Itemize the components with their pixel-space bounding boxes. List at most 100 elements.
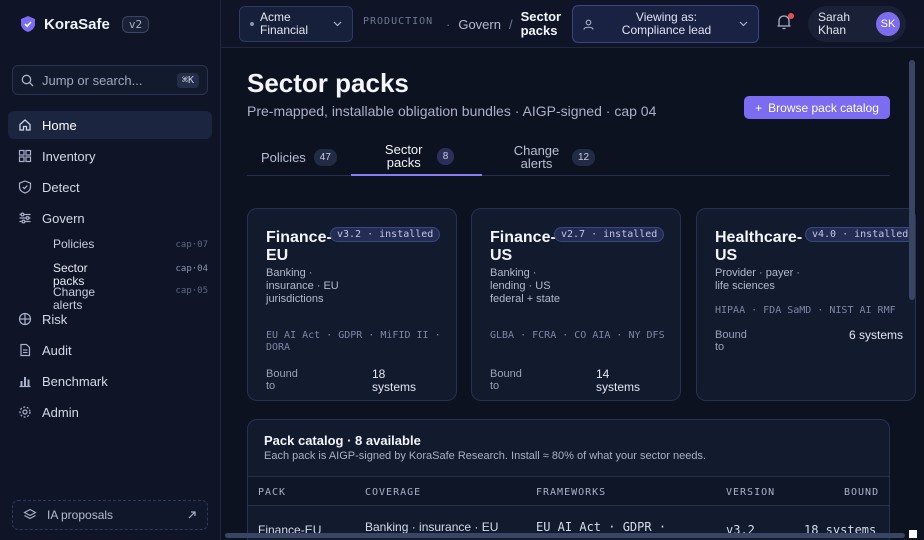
environment-label: PRODUCTION [363, 16, 434, 27]
ia-proposals-button[interactable]: IA proposals [12, 500, 208, 530]
breadcrumb-current: Sector packs [520, 9, 562, 38]
sidebar-item-detect[interactable]: Detect [8, 173, 212, 201]
org-name: Acme Financial [260, 10, 309, 37]
sector-pack-card[interactable]: Healthcare-US v4.0 · installed Provider … [696, 208, 916, 401]
sidebar-item-admin[interactable]: Admin [8, 398, 212, 426]
sector-pack-card[interactable]: Finance-US v2.7 · installed Banking · le… [471, 208, 681, 401]
plus-icon: + [755, 100, 763, 115]
pack-catalog: Pack catalog · 8 available Each pack is … [247, 419, 890, 540]
page-subtitle: Pre-mapped, installable obligation bundl… [247, 103, 657, 119]
status-badge: v4.0 · installed [805, 227, 916, 242]
cap-tag: cap·07 [175, 240, 208, 250]
breadcrumb-govern[interactable]: Govern [458, 17, 501, 32]
ia-proposals-label: IA proposals [47, 508, 114, 522]
horizontal-scrollbar[interactable] [225, 533, 905, 538]
gear-icon [18, 405, 32, 419]
sidebar-subitem-policies[interactable]: Policies cap·07 [53, 238, 208, 251]
pack-frameworks: GLBA · FCRA · CO AIA · NY DFS [490, 330, 665, 341]
sidebar-item-home[interactable]: Home [8, 111, 212, 139]
user-icon [583, 19, 594, 30]
catalog-subtitle: Each pack is AIGP-signed by KoraSafe Res… [264, 450, 706, 462]
sidebar-item-label: Benchmark [42, 373, 108, 389]
pack-description: Banking · lending · US federal + state [490, 267, 561, 305]
page-title: Sector packs [247, 68, 409, 98]
tab-count: 47 [313, 148, 337, 166]
sidebar-item-inventory[interactable]: Inventory [8, 142, 212, 170]
sliders-icon [18, 211, 32, 225]
user-menu[interactable]: Sarah Khan SK [808, 6, 906, 42]
breadcrumb-separator: / [508, 16, 513, 32]
org-switcher[interactable]: Acme Financial [239, 6, 353, 42]
subitem-label: Policies [53, 237, 95, 251]
sidebar-item-label: Audit [42, 342, 72, 358]
topbar: Acme Financial PRODUCTION · Govern / Sec… [221, 0, 924, 48]
breadcrumb: · Govern / Sector packs [446, 10, 565, 38]
sidebar-item-risk[interactable]: Risk [8, 305, 212, 333]
search-input[interactable]: Jump or search... [42, 73, 169, 88]
sidebar-item-audit[interactable]: Audit [8, 336, 212, 364]
status-badge: v3.2 · installed [330, 227, 441, 242]
catalog-title: Pack catalog · 8 available [264, 433, 421, 448]
sidebar-item-label: Govern [42, 210, 85, 226]
app-name: KoraSafe [44, 15, 110, 33]
version-badge: v2 [121, 15, 150, 33]
tab-label: Change alerts [513, 143, 560, 171]
pack-name: Finance-EU [266, 229, 332, 264]
column-header-pack[interactable]: PACK [258, 487, 286, 498]
column-header-bound[interactable]: BOUND [844, 487, 879, 498]
grid-icon [18, 149, 32, 163]
tab-change-alerts[interactable]: Change alerts 12 [509, 138, 596, 176]
pack-name: Finance-US [490, 229, 556, 264]
tab-sector-packs[interactable]: Sector packs 8 [351, 138, 482, 176]
user-name: Sarah Khan [818, 10, 851, 37]
search-box[interactable]: Jump or search... ⌘K [12, 65, 208, 95]
tab-policies[interactable]: Policies 47 [261, 138, 337, 176]
layers-icon [23, 508, 37, 520]
sidebar-item-benchmark[interactable]: Benchmark [8, 367, 212, 395]
bound-value: 18 systems [372, 367, 417, 394]
tab-count: 8 [436, 147, 455, 165]
crosshair-icon [18, 312, 32, 326]
shortcut-hint: ⌘K [176, 72, 199, 88]
bound-value: 14 systems [596, 367, 641, 394]
column-header-coverage[interactable]: COVERAGE [365, 487, 421, 498]
column-header-frameworks[interactable]: FRAMEWORKS [536, 487, 606, 498]
sidebar-item-govern[interactable]: Govern [8, 204, 212, 232]
view-as-label: Viewing as: Compliance lead [621, 10, 712, 37]
column-header-version[interactable]: VERSION [726, 487, 775, 498]
scrollbar-corner [909, 530, 917, 538]
bound-label: Bound to [490, 368, 522, 392]
tab-count: 12 [572, 148, 596, 166]
shield-icon [18, 180, 32, 194]
external-link-icon [188, 511, 196, 519]
pack-frameworks: HIPAA · FDA SaMD · NIST AI RMF [715, 305, 896, 316]
sidebar-item-label: Admin [42, 404, 79, 420]
tab-label: Sector packs [384, 142, 423, 170]
pack-description: Banking · insurance · EU jurisdictions [266, 267, 339, 305]
bar-chart-icon [18, 374, 32, 388]
table-cell-frameworks: EU AI Act · GDPR · [536, 520, 667, 534]
sidebar: KoraSafe v2 Jump or search... ⌘K Home In… [0, 0, 221, 540]
sidebar-item-label: Detect [42, 179, 80, 195]
shield-logo-icon [21, 16, 35, 32]
sidebar-item-label: Inventory [42, 148, 96, 164]
vertical-scrollbar[interactable] [909, 60, 915, 300]
bound-value: 6 systems [849, 328, 904, 342]
pack-description: Provider · payer · life sciences [715, 267, 800, 292]
sidebar-item-label: Home [42, 117, 77, 133]
notifications-button[interactable] [775, 13, 795, 33]
notification-dot [788, 13, 794, 19]
tab-label: Policies [261, 149, 306, 165]
avatar: SK [876, 12, 900, 36]
status-badge: v2.7 · installed [554, 227, 665, 242]
pack-name: Healthcare-US [715, 229, 803, 264]
bound-label: Bound to [715, 329, 747, 353]
document-icon [18, 343, 32, 357]
sector-pack-card[interactable]: Finance-EU v3.2 · installed Banking · in… [247, 208, 457, 401]
table-cell-coverage: Banking · insurance · EU [365, 520, 499, 534]
brand[interactable]: KoraSafe v2 [20, 15, 150, 33]
sidebar-item-label: Risk [42, 311, 68, 327]
browse-pack-catalog-button[interactable]: + Browse pack catalog [744, 96, 890, 119]
view-as-switcher[interactable]: Viewing as: Compliance lead [572, 5, 759, 43]
home-icon [18, 118, 32, 132]
